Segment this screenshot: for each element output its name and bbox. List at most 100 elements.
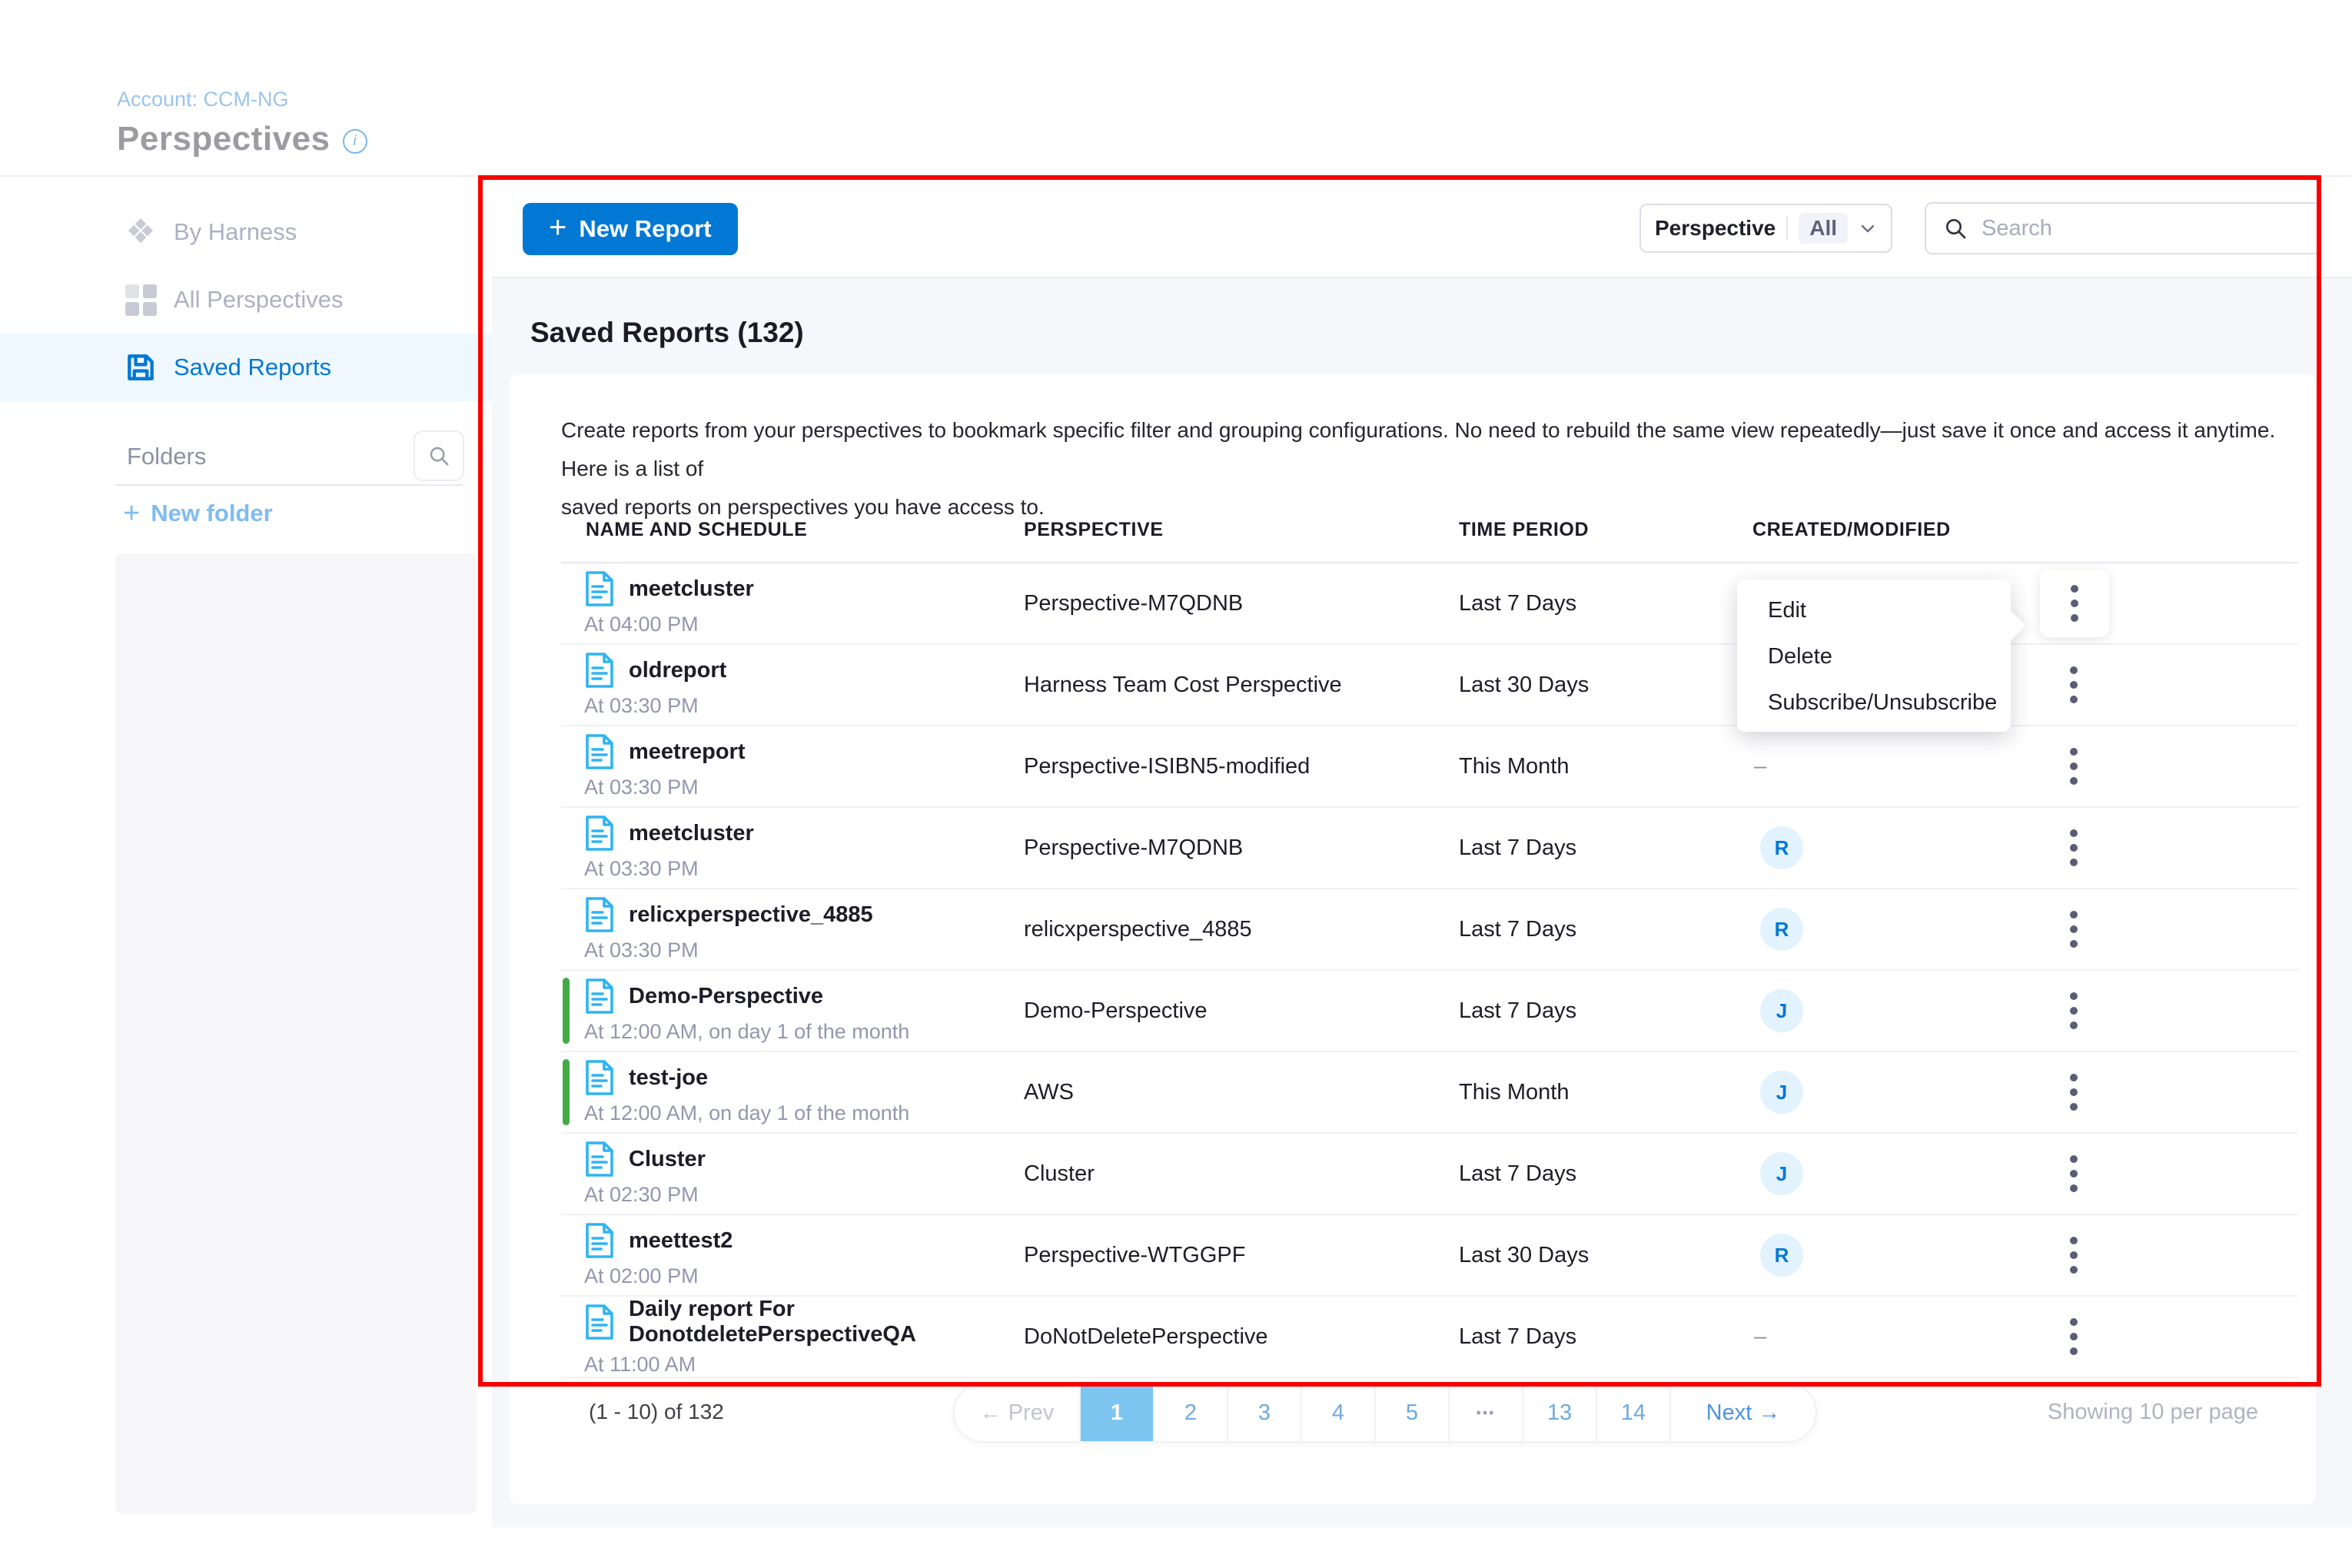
row-menu-button[interactable] <box>2052 657 2095 713</box>
new-report-label: New Report <box>579 215 711 243</box>
table-row[interactable]: meettest2 At 02:00 PM Perspective-WTGGPF… <box>561 1215 2298 1297</box>
perspective-cell: relicxperspective_4885 <box>1024 917 1459 942</box>
report-name-cell: test-joe At 12:00 AM, on day 1 of the mo… <box>561 1059 1024 1125</box>
pagination-range-label: (1 - 10) of 132 <box>589 1400 724 1424</box>
row-menu-button[interactable] <box>2052 1309 2095 1364</box>
table-row[interactable]: Daily report For DonotdeletePerspectiveQ… <box>561 1297 2298 1378</box>
column-header: TIME PERIOD <box>1459 519 1752 541</box>
time-period-cell: This Month <box>1459 754 1752 779</box>
perspective-cell: Harness Team Cost Perspective <box>1024 673 1459 698</box>
column-header: NAME AND SCHEDULE <box>561 519 1024 541</box>
sidebar-item-all-perspectives[interactable]: All Perspectives <box>0 266 492 334</box>
report-schedule: At 12:00 AM, on day 1 of the month <box>584 1101 1024 1125</box>
time-period-cell: Last 7 Days <box>1459 1324 1752 1350</box>
report-schedule: At 02:30 PM <box>584 1183 1024 1207</box>
filter-divider <box>1786 216 1788 241</box>
report-name: Daily report For DonotdeletePerspectiveQ… <box>629 1297 1024 1347</box>
harness-icon: ❖ <box>123 215 158 249</box>
row-menu-button[interactable] <box>2052 1146 2095 1201</box>
menu-item-edit[interactable]: Edit <box>1737 587 2011 633</box>
column-header: CREATED/MODIFIED <box>1752 519 2052 541</box>
page-button-4[interactable]: 4 <box>1301 1384 1374 1441</box>
info-icon[interactable]: i <box>343 129 367 154</box>
table-row[interactable]: relicxperspective_4885 At 03:30 PM relic… <box>561 889 2298 971</box>
grid-icon <box>123 284 158 316</box>
search-box <box>1925 202 2321 254</box>
report-name: test-joe <box>629 1065 708 1091</box>
report-name-cell: meettest2 At 02:00 PM <box>561 1222 1024 1288</box>
page-button-13[interactable]: 13 <box>1522 1384 1596 1441</box>
perspective-cell: AWS <box>1024 1080 1459 1105</box>
toolbar: + New Report Perspective All <box>492 178 2352 278</box>
table-row[interactable]: oldreport At 03:30 PM Harness Team Cost … <box>561 645 2298 726</box>
report-schedule: At 03:30 PM <box>584 938 1024 962</box>
report-schedule: At 04:00 PM <box>584 613 1024 636</box>
perspective-filter-dropdown[interactable]: Perspective All <box>1639 204 1892 253</box>
row-menu-button[interactable] <box>2052 902 2095 957</box>
new-folder-button[interactable]: + New folder <box>123 492 273 535</box>
folders-search-button[interactable] <box>414 430 464 481</box>
report-document-icon <box>584 978 615 1015</box>
table-row[interactable]: meetreport At 03:30 PM Perspective-ISIBN… <box>561 726 2298 808</box>
created-modified-cell: R <box>1752 908 2052 951</box>
page-ellipsis: ••• <box>1448 1384 1522 1441</box>
new-folder-label: New folder <box>151 500 272 527</box>
chevron-down-icon <box>1859 219 1877 238</box>
report-document-icon <box>584 652 615 689</box>
sidebar-item-saved-reports[interactable]: Saved Reports <box>0 334 492 401</box>
folders-list-placeholder <box>115 553 477 1514</box>
sidebar-item-by-harness[interactable]: ❖ By Harness <box>0 198 492 266</box>
report-name: oldreport <box>629 658 726 683</box>
row-menu-button[interactable] <box>2052 983 2095 1038</box>
filter-selected-value: All <box>1799 213 1848 244</box>
save-icon <box>123 350 158 384</box>
report-name-cell: Daily report For DonotdeletePerspectiveQ… <box>561 1297 1024 1377</box>
row-menu-button[interactable] <box>2052 739 2095 794</box>
page-button-2[interactable]: 2 <box>1153 1384 1227 1441</box>
created-modified-cell: J <box>1752 1152 2052 1195</box>
table-row[interactable]: meetcluster At 03:30 PM Perspective-M7QD… <box>561 808 2298 889</box>
report-name: meetcluster <box>629 821 754 846</box>
saved-reports-card: Create reports from your perspectives to… <box>510 374 2316 1504</box>
column-header: PERSPECTIVE <box>1024 519 1459 541</box>
search-icon <box>427 444 450 467</box>
page-button-1[interactable]: 1 <box>1079 1384 1153 1441</box>
report-schedule: At 11:00 AM <box>584 1353 1024 1377</box>
perspective-cell: Cluster <box>1024 1161 1459 1187</box>
page-button-3[interactable]: 3 <box>1227 1384 1301 1441</box>
next-page-button[interactable]: Next → <box>1669 1384 1815 1441</box>
prev-page-button[interactable]: ← Prev <box>955 1384 1079 1441</box>
menu-item-delete[interactable]: Delete <box>1737 633 2011 679</box>
page-button-14[interactable]: 14 <box>1596 1384 1669 1441</box>
page-button-5[interactable]: 5 <box>1374 1384 1448 1441</box>
sidebar-divider <box>115 484 463 486</box>
filter-label: Perspective <box>1655 216 1776 241</box>
report-name-cell: Demo-Perspective At 12:00 AM, on day 1 o… <box>561 978 1024 1044</box>
report-name: meettest2 <box>629 1228 733 1254</box>
report-name: Demo-Perspective <box>629 984 823 1009</box>
table-row[interactable]: meetcluster At 04:00 PM Perspective-M7QD… <box>561 563 2298 645</box>
new-report-button[interactable]: + New Report <box>523 203 738 255</box>
report-document-icon <box>584 1059 615 1096</box>
created-modified-cell: – <box>1752 1324 2052 1350</box>
time-period-cell: Last 7 Days <box>1459 1161 1752 1187</box>
search-input[interactable] <box>1982 216 2303 241</box>
created-modified-cell: – <box>1752 754 2052 779</box>
pagination-bar: (1 - 10) of 132 ← Prev 1 2 3 4 5 ••• 13 … <box>561 1381 2258 1444</box>
table-row[interactable]: Demo-Perspective At 12:00 AM, on day 1 o… <box>561 971 2298 1052</box>
row-menu-button[interactable] <box>2052 1065 2095 1120</box>
section-heading: Saved Reports (132) <box>530 317 804 349</box>
report-document-icon <box>584 1304 615 1340</box>
row-menu-button[interactable] <box>2053 576 2096 631</box>
report-document-icon <box>584 1222 615 1259</box>
row-menu-button[interactable] <box>2052 1227 2095 1283</box>
creator-avatar: J <box>1760 1071 1803 1114</box>
menu-item-subscribe[interactable]: Subscribe/Unsubscribe <box>1737 679 2011 726</box>
no-creator-dash: – <box>1752 1324 1766 1349</box>
row-menu-button[interactable] <box>2052 820 2095 875</box>
table-row[interactable]: test-joe At 12:00 AM, on day 1 of the mo… <box>561 1052 2298 1134</box>
time-period-cell: This Month <box>1459 1080 1752 1105</box>
account-breadcrumb[interactable]: Account: CCM-NG <box>117 88 289 111</box>
table-row[interactable]: Cluster At 02:30 PM Cluster Last 7 Days … <box>561 1134 2298 1215</box>
page-title: Perspectives <box>117 120 331 158</box>
